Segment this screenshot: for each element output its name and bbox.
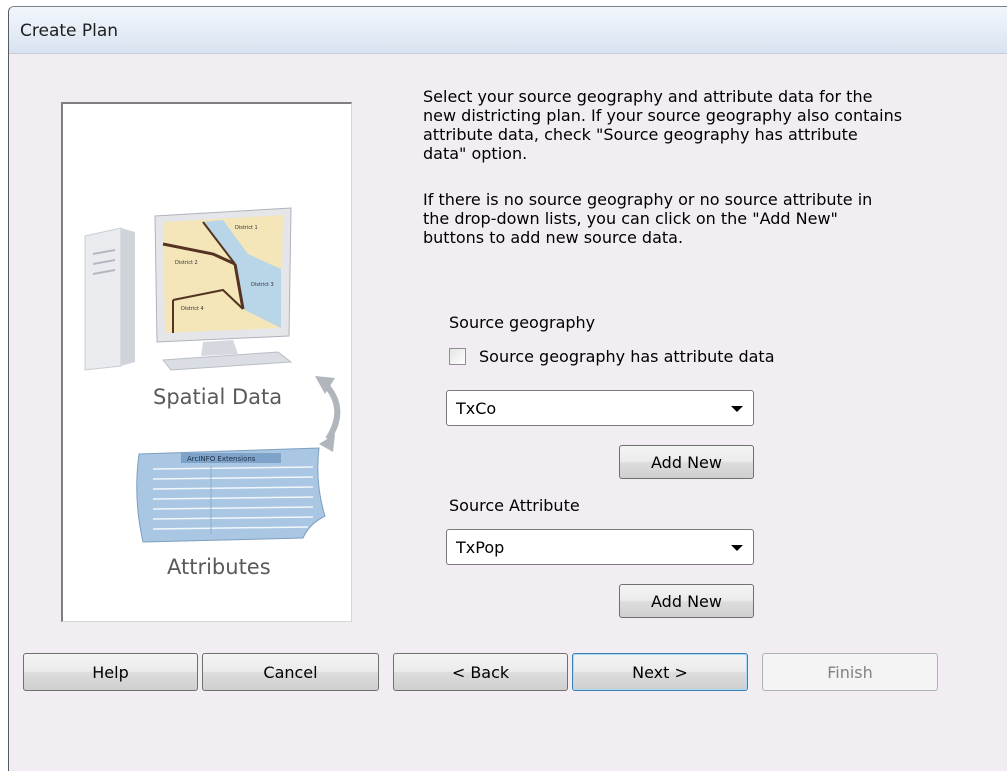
table-heading: ArcINFO Extensions (187, 455, 256, 463)
source-geography-attribute-checkbox[interactable] (449, 348, 466, 365)
source-geography-value: TxCo (456, 399, 497, 418)
chevron-down-icon (731, 406, 743, 412)
help-button[interactable]: Help (23, 653, 198, 691)
map-label-2: District 2 (175, 260, 198, 266)
finish-button: Finish (762, 653, 938, 691)
source-attribute-label: Source Attribute (449, 496, 580, 515)
wizard-illustration: District 1 District 2 District 3 Distric… (61, 102, 352, 622)
window-title: Create Plan (20, 21, 119, 41)
create-plan-dialog: Create Plan District 1 District 2 Distri… (8, 6, 1007, 771)
sync-arrows-icon (315, 376, 341, 452)
instructions-paragraph-1: Select your source geography and attribu… (423, 87, 903, 163)
source-attribute-select[interactable]: TxPop (446, 529, 754, 565)
attribute-table-icon: ArcINFO Extensions (136, 447, 326, 543)
add-new-geography-button[interactable]: Add New (619, 445, 754, 479)
add-new-attribute-button[interactable]: Add New (619, 584, 754, 618)
attributes-label: Attributes (167, 555, 271, 579)
chevron-down-icon (731, 545, 743, 551)
next-button[interactable]: Next > (572, 653, 748, 691)
cancel-button[interactable]: Cancel (202, 653, 379, 691)
monitor-icon: District 1 District 2 District 3 Distric… (154, 207, 293, 371)
source-attribute-value: TxPop (456, 538, 505, 557)
source-geography-label: Source geography (449, 313, 596, 332)
instructions-paragraph-2: If there is no source geography or no so… (423, 190, 873, 247)
illustration-graphic: District 1 District 2 District 3 Distric… (84, 207, 341, 543)
title-bar: Create Plan (9, 7, 1007, 54)
map-label-4: District 4 (181, 306, 204, 312)
source-geography-attribute-checkbox-label[interactable]: Source geography has attribute data (479, 347, 775, 366)
computer-tower-icon (84, 227, 135, 371)
map-label-1: District 1 (235, 225, 258, 231)
map-label-3: District 3 (251, 282, 274, 288)
spatial-data-label: Spatial Data (153, 385, 283, 409)
source-geography-select[interactable]: TxCo (446, 390, 754, 426)
back-button[interactable]: < Back (393, 653, 568, 691)
